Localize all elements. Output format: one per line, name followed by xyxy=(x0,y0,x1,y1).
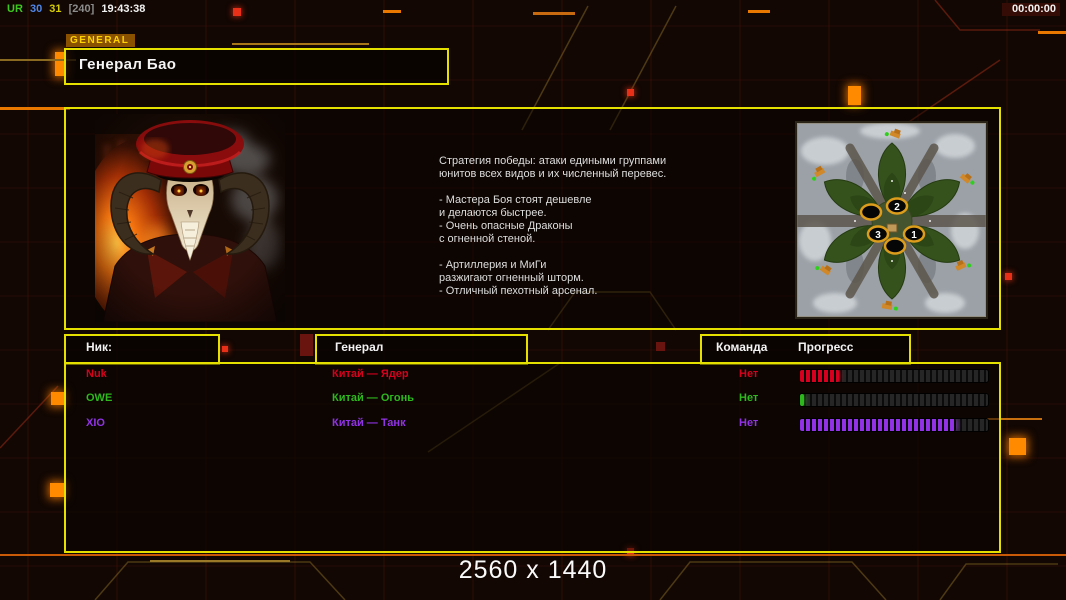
player-name: OWE xyxy=(86,392,113,404)
decorative-square xyxy=(627,89,634,96)
decorative-square xyxy=(300,334,313,356)
load-progress-bar xyxy=(799,418,989,432)
page-title: Генерал Бао xyxy=(64,48,449,85)
load-progress-fill xyxy=(800,394,804,406)
player-general: Китай — Огонь xyxy=(332,392,414,404)
start-marker-label: 1 xyxy=(911,230,917,241)
header-nick-label: Ник: xyxy=(86,340,113,354)
general-portrait-art xyxy=(80,114,285,329)
general-portrait xyxy=(80,114,285,329)
resolution-label: 2560 x 1440 xyxy=(458,556,608,584)
match-timer: 00:00:00 xyxy=(1001,3,1060,16)
session-bracket: [240] xyxy=(68,3,95,15)
session-stats: UR 30 31 [240] 19:43:38 xyxy=(7,3,149,15)
decorative-line xyxy=(232,43,369,45)
loading-screen: UR 30 31 [240] 19:43:38 00:00:00 GENERAL… xyxy=(0,0,1066,600)
player-team: Нет xyxy=(739,417,759,429)
decorative-line xyxy=(0,107,70,110)
player-general: Китай — Ядер xyxy=(332,368,409,380)
decorative-square xyxy=(656,342,665,351)
decorative-square xyxy=(1005,273,1012,280)
load-progress-bar xyxy=(799,393,989,407)
player-team: Нет xyxy=(739,368,759,380)
decorative-square xyxy=(1009,438,1026,455)
header-nick: Ник: xyxy=(64,334,220,365)
decorative-square xyxy=(222,346,228,352)
decorative-square xyxy=(50,483,64,497)
start-marker-label: 3 xyxy=(875,230,881,241)
load-progress-fill xyxy=(800,419,957,431)
header-progress-label: Прогресс xyxy=(798,340,854,354)
header-team-label: Команда xyxy=(716,340,768,354)
load-progress-fill xyxy=(800,370,840,382)
strategy-description: Стратегия победы: атаки едиными группами… xyxy=(439,155,667,297)
general-tab-label: GENERAL xyxy=(66,34,136,47)
player-name: XIO xyxy=(86,417,105,429)
decorative-line xyxy=(1038,31,1066,34)
session-num1: 30 xyxy=(29,3,43,15)
player-row: Nuk Китай — Ядер Нет xyxy=(66,368,999,390)
header-general: Генерал xyxy=(315,334,528,365)
session-tag: UR xyxy=(7,3,23,15)
start-marker-label: 2 xyxy=(894,202,900,213)
decorative-square xyxy=(51,392,64,405)
top-status-bar: UR 30 31 [240] 19:43:38 00:00:00 xyxy=(0,0,1066,20)
player-name: Nuk xyxy=(86,368,107,380)
general-info-panel: Стратегия победы: атаки едиными группами… xyxy=(64,107,1001,330)
player-row: XIO Китай — Танк Нет xyxy=(66,417,999,439)
header-general-label: Генерал xyxy=(335,340,384,354)
session-num2: 31 xyxy=(49,3,62,15)
map-preview-art: 2 3 1 xyxy=(795,121,988,319)
load-progress-bar xyxy=(799,369,989,383)
player-team: Нет xyxy=(739,392,759,404)
map-preview: 2 3 1 xyxy=(795,121,988,319)
players-panel: Nuk Китай — Ядер Нет OWE Китай — Огонь Н… xyxy=(64,362,1001,553)
player-row: OWE Китай — Огонь Нет xyxy=(66,392,999,414)
session-clock: 19:43:38 xyxy=(101,3,146,15)
player-general: Китай — Танк xyxy=(332,417,406,429)
header-team-progress: Команда Прогресс xyxy=(700,334,911,365)
decorative-square xyxy=(848,86,861,105)
